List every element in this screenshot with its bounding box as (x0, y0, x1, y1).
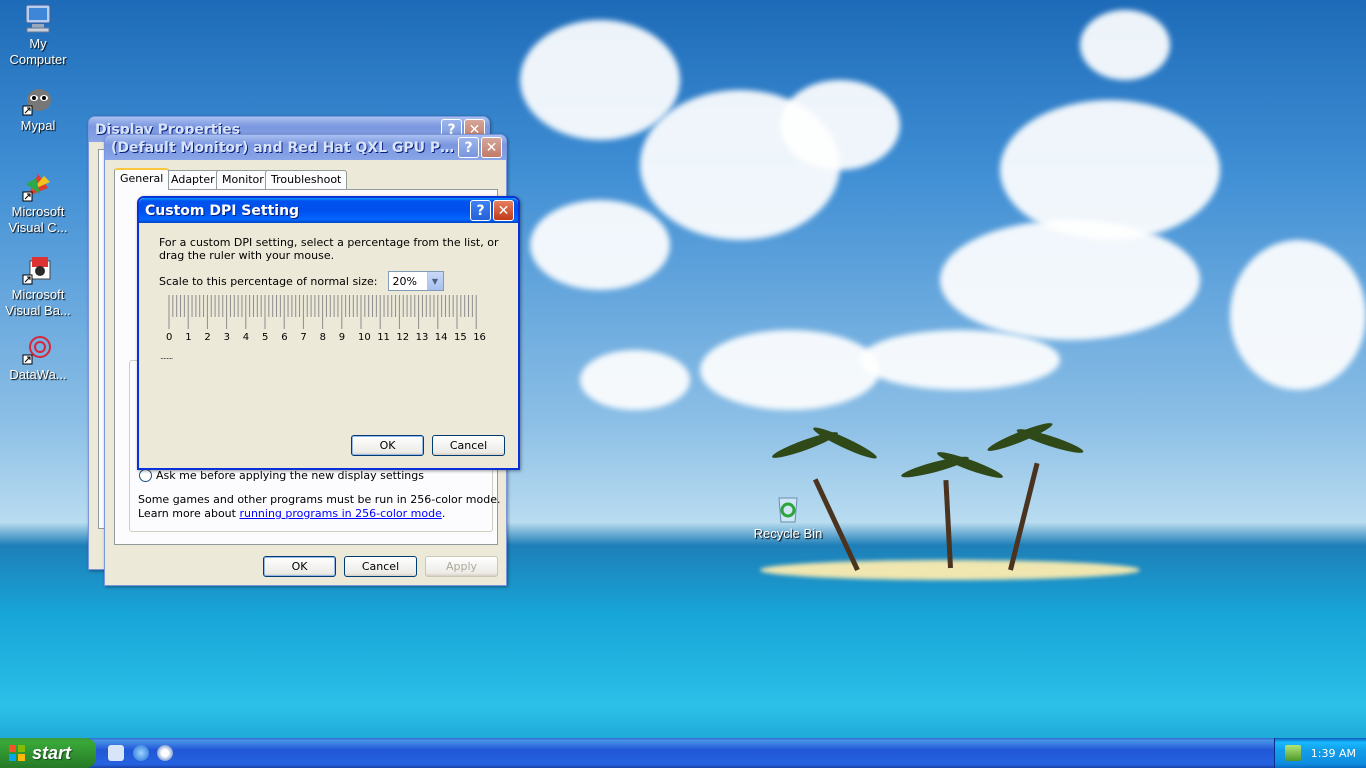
ruler-number: 0 (166, 332, 173, 343)
help-button[interactable]: ? (458, 137, 479, 158)
info-line2-prefix: Learn more about (138, 507, 240, 520)
info-link[interactable]: running programs in 256-color mode (239, 507, 441, 520)
ruler-ticks[interactable] (165, 295, 485, 329)
desktop-icon-datawa[interactable]: DataWa... (0, 333, 76, 383)
tab-monitor[interactable]: Monitor (216, 170, 270, 189)
desktop-icon-mypal[interactable]: Mypal (0, 84, 76, 134)
ask-radio[interactable] (139, 469, 152, 482)
ruler-number: 13 (415, 332, 429, 343)
ok-button[interactable]: OK (263, 556, 336, 577)
datawa-icon (22, 333, 54, 365)
custom-dpi-dialog[interactable]: Custom DPI Setting ? ✕ For a custom DPI … (137, 196, 520, 470)
my-computer-icon (22, 2, 54, 34)
system-tray: 1:39 AM (1274, 738, 1366, 768)
visual-basic-icon (22, 253, 54, 285)
ruler-number: 16 (473, 332, 486, 343)
sample-text: ........ (160, 352, 173, 361)
info-text: Some games and other programs must be ru… (138, 493, 501, 521)
custom-dpi-titlebar[interactable]: Custom DPI Setting ? ✕ (139, 198, 518, 223)
help-button[interactable]: ? (470, 200, 491, 221)
media-player-icon[interactable] (157, 745, 173, 761)
close-button[interactable]: ✕ (481, 137, 502, 158)
ruler-number: 4 (242, 332, 250, 343)
cancel-button[interactable]: Cancel (344, 556, 417, 577)
tab-adapter[interactable]: Adapter (165, 170, 221, 189)
ruler-number: 9 (338, 332, 346, 343)
ask-radio-row[interactable]: Ask me before applying the new display s… (139, 469, 424, 482)
windows-logo-icon (8, 744, 26, 762)
ie-icon[interactable] (133, 745, 149, 761)
mypal-icon (22, 84, 54, 116)
dpi-cancel-button[interactable]: Cancel (432, 435, 505, 456)
visual-c-icon (22, 170, 54, 202)
scale-select-value: 20% (392, 274, 417, 288)
desktop-icon-my-computer[interactable]: My Computer (0, 2, 76, 68)
ruler-number: 1 (185, 332, 192, 343)
tab-troubleshoot[interactable]: Troubleshoot (265, 170, 348, 189)
scale-row: Scale to this percentage of normal size:… (159, 271, 444, 291)
network-icon[interactable] (1285, 745, 1301, 761)
ruler-number: 12 (396, 332, 410, 343)
dialog-title: Custom DPI Setting (145, 202, 300, 219)
scale-label: Scale to this percentage of normal size: (159, 274, 378, 288)
ruler-number: 8 (319, 332, 326, 343)
desktop-icon-visual-basic[interactable]: Microsoft Visual Ba... (0, 253, 76, 319)
ruler-number: 6 (281, 332, 288, 343)
window-title: (Default Monitor) and Red Hat QXL GPU Pr… (111, 139, 456, 156)
ruler-number: 5 (262, 332, 269, 343)
ruler-number: 10 (358, 332, 371, 343)
ruler-number: 3 (223, 332, 230, 343)
monitor-properties-titlebar[interactable]: (Default Monitor) and Red Hat QXL GPU Pr… (105, 135, 506, 160)
apply-button[interactable]: Apply (425, 556, 498, 577)
chevron-down-icon[interactable]: ▼ (426, 272, 443, 290)
scale-select[interactable]: 20% ▼ (387, 271, 444, 291)
close-button[interactable]: ✕ (493, 200, 514, 221)
ask-radio-label: Ask me before applying the new display s… (156, 469, 424, 482)
recycle-bin-icon (772, 492, 804, 524)
desktop-icon-visual-c[interactable]: Microsoft Visual C... (0, 170, 76, 236)
ruler-number: 2 (204, 332, 211, 343)
start-button[interactable]: start (0, 738, 96, 768)
ruler-number: 15 (454, 332, 467, 343)
ruler-number: 11 (377, 332, 390, 343)
dpi-ok-button[interactable]: OK (351, 435, 424, 456)
tab-general[interactable]: General (114, 168, 170, 190)
ruler-numbers: 0 1 2 3 4 5 6 7 8 9 10 11 12 13 14 15 16 (165, 332, 486, 346)
ruler-number: 7 (300, 332, 307, 343)
taskbar: start 1:39 AM (0, 738, 1366, 768)
clock[interactable]: 1:39 AM (1311, 747, 1356, 760)
ruler-number: 14 (434, 332, 448, 343)
start-label: start (32, 742, 72, 763)
instructions: For a custom DPI setting, select a perce… (159, 236, 499, 262)
info-line1: Some games and other programs must be ru… (138, 493, 501, 506)
show-desktop-icon[interactable] (108, 745, 124, 761)
dpi-ruler[interactable]: 0 1 2 3 4 5 6 7 8 9 10 11 12 13 14 15 16 (165, 295, 486, 347)
desktop-icon-recycle-bin[interactable]: Recycle Bin (748, 492, 828, 542)
info-line2-suffix: . (441, 507, 446, 520)
